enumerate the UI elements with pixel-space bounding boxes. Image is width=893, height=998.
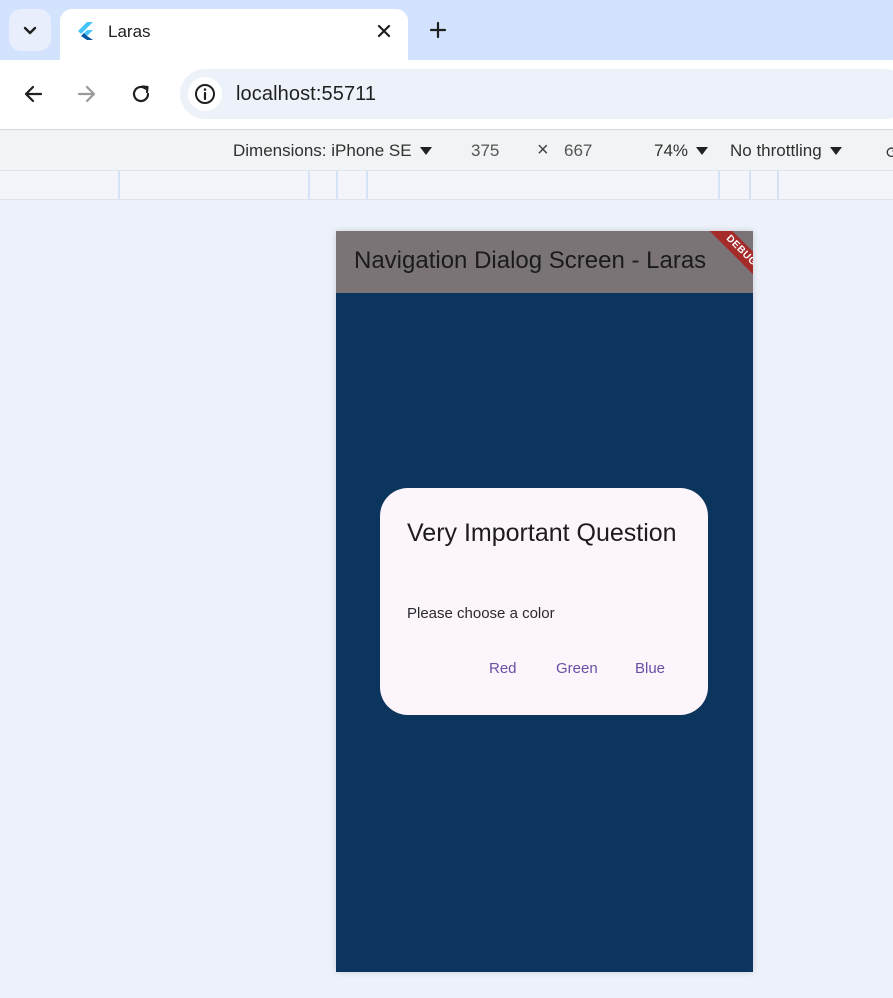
plus-icon [429, 21, 447, 39]
reload-button[interactable] [126, 79, 156, 109]
tab-close-button[interactable] [372, 19, 396, 43]
app-bar-title: Navigation Dialog Screen - Laras [354, 247, 707, 274]
url-text[interactable]: localhost:55711 [236, 83, 376, 106]
caret-down-icon [829, 147, 842, 155]
dimensions-label: Dimensions: iPhone SE [233, 141, 412, 160]
blue-button[interactable]: Blue [635, 660, 665, 677]
height-input[interactable]: 667 [564, 141, 592, 161]
ruler-tick[interactable] [777, 171, 779, 199]
address-bar[interactable]: localhost:55711 [180, 69, 893, 119]
ruler-tick[interactable] [749, 171, 751, 199]
green-button[interactable]: Green [556, 660, 598, 677]
back-icon [24, 85, 43, 103]
caret-down-icon [419, 147, 432, 155]
caret-down-icon [696, 147, 709, 155]
throttling-dropdown[interactable]: No throttling [730, 141, 842, 161]
new-tab-button[interactable] [424, 16, 452, 44]
width-input[interactable]: 375 [471, 141, 499, 161]
tab-title: Laras [108, 22, 151, 41]
dimensions-dropdown[interactable]: Dimensions: iPhone SE [233, 141, 432, 161]
app-bar: Navigation Dialog Screen - Laras [336, 231, 753, 293]
tab-strip: Laras [0, 0, 893, 60]
red-button[interactable]: Red [489, 660, 517, 677]
forward-button[interactable] [72, 79, 102, 109]
back-button[interactable] [18, 79, 48, 109]
media-query-ruler [0, 171, 893, 200]
throttling-label: No throttling [730, 141, 822, 160]
tab-search-button[interactable] [9, 9, 51, 51]
dialog-title: Very Important Question [407, 519, 677, 547]
site-info-button[interactable] [188, 77, 222, 111]
ruler-tick[interactable] [308, 171, 310, 199]
ruler-tick[interactable] [718, 171, 720, 199]
zoom-dropdown[interactable]: 74% [654, 141, 709, 161]
info-icon [195, 84, 215, 104]
alert-dialog: Very Important Question Please choose a … [380, 488, 708, 715]
rotate-icon[interactable]: ⟳ [886, 143, 893, 163]
dialog-content: Please choose a color [407, 605, 555, 622]
zoom-label: 74% [654, 141, 689, 160]
ruler-tick[interactable] [336, 171, 338, 199]
times-sign: × [537, 139, 549, 161]
ruler-tick[interactable] [366, 171, 368, 199]
chevron-down-icon [23, 26, 37, 35]
browser-toolbar: localhost:55711 [0, 60, 893, 130]
ruler-tick[interactable] [118, 171, 120, 199]
active-tab[interactable]: Laras [60, 9, 408, 60]
device-toolbar: Dimensions: iPhone SE 375 × 667 74% No t… [0, 131, 893, 171]
close-icon [377, 24, 391, 38]
forward-icon [77, 85, 96, 103]
flutter-icon [78, 22, 93, 40]
reload-icon [132, 85, 150, 103]
